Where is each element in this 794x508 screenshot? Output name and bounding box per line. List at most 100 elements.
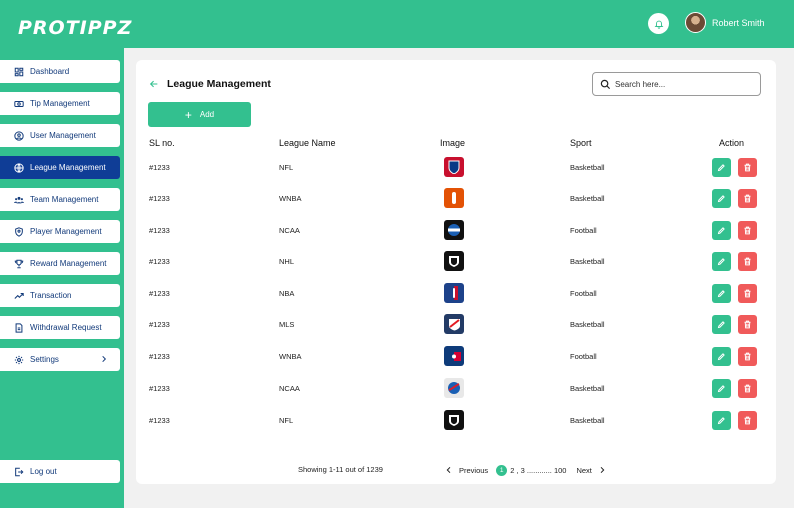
sidebar-item-settings[interactable]: Settings	[0, 348, 120, 371]
sl-no-cell: #1233	[149, 257, 170, 266]
table-row: #1233 NCAA Basketball	[136, 378, 776, 400]
chevron-right-icon[interactable]	[598, 466, 606, 474]
league-name-cell: NFL	[279, 416, 294, 425]
sl-no-cell: #1233	[149, 194, 170, 203]
sidebar-item-team-management[interactable]: Team Management	[0, 188, 120, 211]
trash-icon	[744, 384, 751, 393]
previous-page-link[interactable]: Previous	[459, 466, 488, 475]
nfl-logo	[444, 157, 464, 177]
column-header-sl-no: SL no.	[149, 138, 175, 148]
logout-button[interactable]: Log out	[0, 460, 120, 483]
sport-cell: Basketball	[570, 257, 605, 266]
sidebar-item-label: Reward Management	[30, 259, 107, 268]
document-icon	[14, 322, 24, 333]
sidebar-item-label: Dashboard	[30, 67, 70, 76]
sl-no-cell: #1233	[149, 226, 170, 235]
pencil-icon	[717, 195, 725, 203]
sidebar-item-league-management[interactable]: League Management	[0, 156, 120, 179]
table-row: #1233 WNBA Basketball	[136, 188, 776, 210]
avatar[interactable]	[685, 12, 706, 33]
pencil-icon	[717, 290, 725, 298]
delete-button[interactable]	[738, 315, 757, 334]
delete-button[interactable]	[738, 158, 757, 177]
trash-icon	[744, 257, 751, 266]
sidebar-item-withdrawal-request[interactable]: Withdrawal Request	[0, 316, 120, 339]
app-logo[interactable]: PROTIPPZ	[18, 17, 132, 39]
table-row: #1233 NFL Basketball	[136, 410, 776, 432]
user-name[interactable]: Robert Smith	[712, 18, 765, 28]
sport-cell: Basketball	[570, 320, 605, 329]
mls-logo	[444, 314, 464, 334]
sl-no-cell: #1233	[149, 416, 170, 425]
delete-button[interactable]	[738, 221, 757, 240]
sidebar-item-user-management[interactable]: User Management	[0, 124, 120, 147]
sidebar-item-label: User Management	[30, 131, 96, 140]
page-links[interactable]: 2 , 3 ............ 100	[510, 466, 566, 475]
column-header-sport: Sport	[570, 138, 592, 148]
sl-no-cell: #1233	[149, 320, 170, 329]
shield-user-icon	[14, 226, 24, 237]
bell-icon	[654, 20, 663, 29]
pencil-icon	[717, 164, 725, 172]
sidebar-item-label: Transaction	[30, 291, 72, 300]
next-page-link[interactable]: Next	[576, 466, 591, 475]
nba-logo	[444, 283, 464, 303]
pencil-icon	[717, 417, 725, 425]
table-row: #1233 NCAA Football	[136, 220, 776, 242]
league-name-cell: NCAA	[279, 384, 300, 393]
trash-icon	[744, 226, 751, 235]
edit-button[interactable]	[712, 189, 731, 208]
league-name-cell: MLS	[279, 320, 295, 329]
sl-no-cell: #1233	[149, 352, 170, 361]
delete-button[interactable]	[738, 284, 757, 303]
add-league-button[interactable]: + Add	[148, 102, 251, 127]
chevron-right-icon	[100, 354, 108, 366]
search-input[interactable]	[615, 77, 755, 92]
edit-button[interactable]	[712, 252, 731, 271]
sidebar-item-reward-management[interactable]: Reward Management	[0, 252, 120, 275]
gear-icon	[14, 355, 24, 365]
edit-button[interactable]	[712, 379, 731, 398]
search-box[interactable]	[592, 72, 761, 96]
pencil-icon	[717, 353, 725, 361]
delete-button[interactable]	[738, 411, 757, 430]
delete-button[interactable]	[738, 189, 757, 208]
league-management-panel: League Management + Add SL no. League Na…	[136, 60, 776, 484]
edit-button[interactable]	[712, 158, 731, 177]
league-name-cell: NBA	[279, 289, 295, 298]
edit-button[interactable]	[712, 347, 731, 366]
column-header-league-name: League Name	[279, 138, 336, 148]
sidebar-item-transaction[interactable]: Transaction	[0, 284, 120, 307]
pencil-icon	[717, 321, 725, 329]
edit-button[interactable]	[712, 284, 731, 303]
edit-button[interactable]	[712, 315, 731, 334]
sl-no-cell: #1233	[149, 384, 170, 393]
sidebar-item-label: League Management	[30, 163, 106, 172]
trash-icon	[744, 320, 751, 329]
delete-button[interactable]	[738, 252, 757, 271]
edit-button[interactable]	[712, 221, 731, 240]
sl-no-cell: #1233	[149, 289, 170, 298]
pencil-icon	[717, 258, 725, 266]
delete-button[interactable]	[738, 347, 757, 366]
sport-cell: Football	[570, 226, 597, 235]
current-page-badge[interactable]: 1	[496, 464, 508, 476]
team-icon	[14, 195, 24, 205]
back-arrow-icon[interactable]	[149, 79, 159, 89]
pencil-icon	[717, 385, 725, 393]
pagination-summary: Showing 1-11 out of 1239	[298, 465, 383, 474]
league-name-cell: NFL	[279, 163, 294, 172]
sidebar-item-player-management[interactable]: Player Management	[0, 220, 120, 243]
table-row: #1233 NFL Basketball	[136, 157, 776, 179]
chevron-left-icon[interactable]	[445, 466, 453, 474]
trash-icon	[744, 163, 751, 172]
table-row: #1233 MLS Basketball	[136, 314, 776, 336]
top-bar: PROTIPPZ Robert Smith	[0, 0, 794, 48]
edit-button[interactable]	[712, 411, 731, 430]
sidebar-item-tip-management[interactable]: Tip Management	[0, 92, 120, 115]
nhl-logo	[444, 410, 464, 430]
notification-bell-button[interactable]	[648, 13, 669, 34]
sport-cell: Football	[570, 289, 597, 298]
sidebar-item-dashboard[interactable]: Dashboard	[0, 60, 120, 83]
delete-button[interactable]	[738, 379, 757, 398]
